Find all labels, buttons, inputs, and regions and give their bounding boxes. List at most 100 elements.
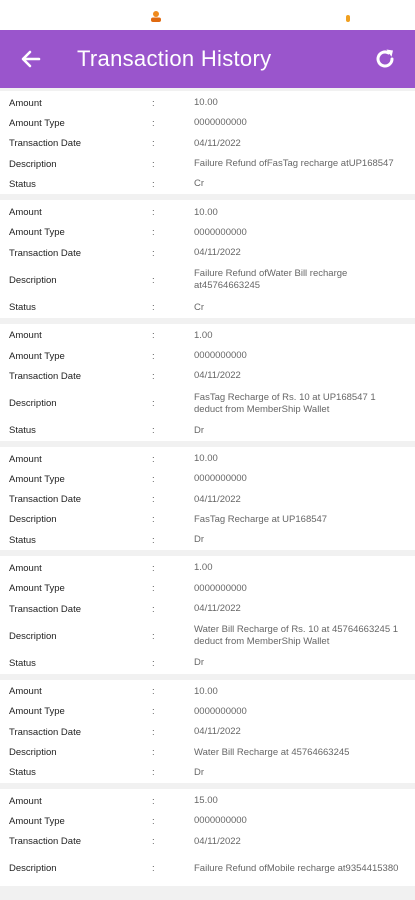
amount-type-label: Amount Type (9, 350, 65, 362)
amount-type-row: Amount Type : 0000000000 (0, 579, 415, 599)
status-label: Status (9, 534, 36, 546)
amount-type-label: Amount Type (9, 227, 65, 239)
separator: : (152, 158, 155, 170)
separator: : (152, 398, 155, 410)
separator: : (152, 686, 155, 698)
separator: : (152, 534, 155, 546)
status-label: Status (9, 767, 36, 779)
transaction-date-row: Transaction Date : 04/11/2022 (0, 599, 415, 619)
amount-type-row: Amount Type : 0000000000 (0, 702, 415, 722)
separator: : (152, 370, 155, 382)
separator: : (152, 330, 155, 342)
transaction-date-row: Transaction Date : 04/11/2022 (0, 832, 415, 852)
description-value: Failure Refund ofMobile recharge at93544… (194, 862, 399, 874)
separator: : (152, 562, 155, 574)
description-value: FasTag Recharge of Rs. 10 at UP168547 1 … (194, 391, 376, 415)
amount-type-row: Amount Type : 0000000000 (0, 346, 415, 366)
transaction-card: Amount : 10.00 Amount Type : 0000000000 … (0, 200, 415, 318)
description-value: Failure Refund ofFasTag recharge atUP168… (194, 158, 394, 170)
transaction-card: Amount : 10.00 Amount Type : 0000000000 … (0, 679, 415, 784)
notification-person-icon (151, 11, 161, 22)
description-label: Description (9, 514, 57, 526)
transaction-card: Amount : 1.00 Amount Type : 0000000000 T… (0, 323, 415, 441)
description-label: Description (9, 274, 57, 286)
separator: : (152, 836, 155, 848)
transaction-date-value: 04/11/2022 (194, 835, 241, 847)
separator: : (152, 473, 155, 485)
amount-label: Amount (9, 686, 42, 698)
amount-label: Amount (9, 330, 42, 342)
description-row: Description : Failure Refund ofMobile re… (0, 852, 415, 886)
description-row: Description : FasTag Recharge at UP16854… (0, 510, 415, 530)
status-value: Dr (194, 424, 205, 436)
amount-type-label: Amount Type (9, 473, 65, 485)
status-value: Dr (194, 534, 205, 546)
status-row: Status : Dr (0, 763, 415, 783)
amount-value: 15.00 (194, 795, 218, 807)
transaction-list: Amount : 10.00 Amount Type : 0000000000 … (0, 88, 415, 886)
separator: : (152, 425, 155, 437)
status-row: Status : Dr (0, 421, 415, 441)
separator: : (152, 747, 155, 759)
amount-row: Amount : 1.00 (0, 558, 415, 578)
description-label: Description (9, 630, 57, 642)
separator: : (152, 494, 155, 506)
amount-type-label: Amount Type (9, 583, 65, 595)
description-value: Failure Refund ofWater Bill recharge at4… (194, 268, 348, 292)
refresh-button[interactable] (369, 43, 401, 75)
status-value: Cr (194, 178, 205, 190)
transaction-card: Amount : 10.00 Amount Type : 0000000000 … (0, 446, 415, 551)
amount-label: Amount (9, 562, 42, 574)
status-row: Status : Cr (0, 297, 415, 317)
amount-row: Amount : 15.00 (0, 791, 415, 811)
status-row: Status : Cr (0, 174, 415, 194)
description-row: Description : Failure Refund ofWater Bil… (0, 263, 415, 297)
status-label: Status (9, 178, 36, 190)
description-value: Water Bill Recharge at 45764663245 (194, 746, 350, 758)
separator: : (152, 207, 155, 219)
transaction-date-value: 04/11/2022 (194, 137, 241, 149)
separator: : (152, 815, 155, 827)
transaction-date-row: Transaction Date : 04/11/2022 (0, 366, 415, 386)
description-value: FasTag Recharge at UP168547 (194, 513, 328, 525)
status-label: Status (9, 425, 36, 437)
separator: : (152, 227, 155, 239)
amount-value: 10.00 (194, 97, 218, 109)
transaction-card: Amount : 15.00 Amount Type : 0000000000 … (0, 789, 415, 886)
separator: : (152, 138, 155, 150)
amount-value: 1.00 (194, 329, 213, 341)
description-row: Description : Failure Refund ofFasTag re… (0, 154, 415, 174)
transaction-date-row: Transaction Date : 04/11/2022 (0, 134, 415, 154)
status-row: Status : Dr (0, 653, 415, 673)
amount-value: 10.00 (194, 206, 218, 218)
status-label: Status (9, 302, 36, 314)
amount-type-row: Amount Type : 0000000000 (0, 223, 415, 243)
page-title: Transaction History (77, 46, 272, 71)
separator: : (152, 630, 155, 642)
transaction-date-value: 04/11/2022 (194, 603, 241, 615)
amount-label: Amount (9, 207, 42, 219)
transaction-date-row: Transaction Date : 04/11/2022 (0, 243, 415, 263)
separator: : (152, 247, 155, 259)
description-label: Description (9, 398, 57, 410)
amount-row: Amount : 10.00 (0, 682, 415, 702)
separator: : (152, 274, 155, 286)
transaction-date-label: Transaction Date (9, 138, 81, 150)
amount-type-value: 0000000000 (194, 705, 247, 717)
transaction-date-label: Transaction Date (9, 836, 81, 848)
description-row: Description : Water Bill Recharge of Rs.… (0, 619, 415, 653)
amount-type-value: 0000000000 (194, 117, 247, 129)
separator: : (152, 863, 155, 875)
amount-label: Amount (9, 97, 42, 109)
amount-type-value: 0000000000 (194, 815, 247, 827)
status-indicator-icon (346, 15, 350, 22)
refresh-icon (376, 49, 394, 68)
separator: : (152, 583, 155, 595)
status-row: Status : Dr (0, 530, 415, 550)
amount-label: Amount (9, 453, 42, 465)
description-row: Description : Water Bill Recharge at 457… (0, 742, 415, 762)
transaction-card: Amount : 1.00 Amount Type : 0000000000 T… (0, 556, 415, 674)
amount-type-value: 0000000000 (194, 582, 247, 594)
back-button[interactable] (16, 44, 46, 74)
separator: : (152, 117, 155, 129)
